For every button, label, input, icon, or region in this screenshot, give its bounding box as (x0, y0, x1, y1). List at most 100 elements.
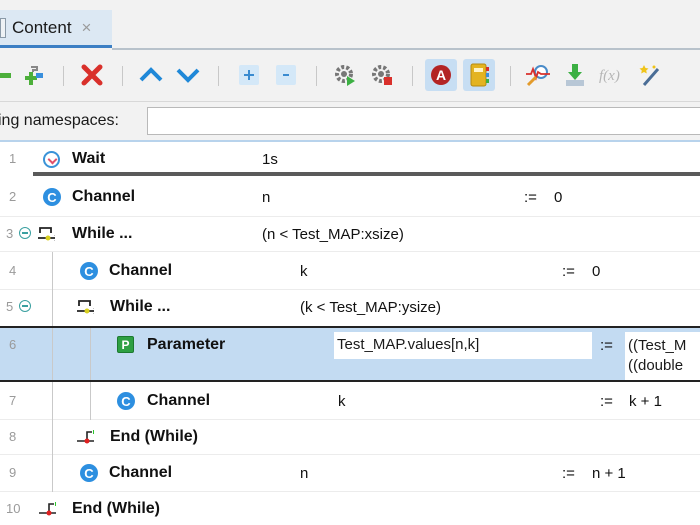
step-name: While ... (110, 298, 171, 315)
step-row-selected[interactable]: 6 P Parameter Test_MAP.values[n,k] := ((… (0, 326, 700, 382)
step-target: 1s (262, 151, 278, 168)
assign-operator: := (562, 465, 575, 482)
end-while-icon (39, 502, 56, 516)
line-number: 8 (9, 429, 17, 444)
step-row[interactable]: 10 End (While) (0, 492, 700, 525)
collapse-minus-icon (276, 65, 296, 85)
step-row[interactable]: 9 C Channel n := n + 1 (0, 455, 700, 492)
add-step-button[interactable] (0, 62, 16, 88)
step-row[interactable]: 2 C Channel n := 0 (0, 178, 700, 217)
delete-x-icon (81, 64, 103, 86)
step-name: End (While) (110, 428, 198, 445)
step-name: End (While) (72, 500, 160, 517)
function-fx-icon: f(x) (599, 68, 620, 84)
move-up-button[interactable] (138, 62, 164, 88)
end-while-icon (77, 430, 94, 444)
toolbar-separator (218, 66, 219, 86)
channel-icon: C (117, 392, 135, 410)
line-number: 4 (9, 263, 17, 278)
assign-operator: := (524, 189, 537, 206)
notebook-button[interactable] (463, 59, 495, 91)
step-row[interactable]: 4 C Channel k := 0 (0, 252, 700, 290)
step-row[interactable]: 3 While ... (n < Test_MAP:xsize) (0, 217, 700, 252)
function-button[interactable]: f(x) (597, 62, 623, 88)
close-icon[interactable]: × (82, 18, 92, 38)
step-row[interactable]: 7 C Channel k := k + 1 (0, 382, 700, 420)
channel-icon: C (80, 464, 98, 482)
expand-plus-icon (239, 65, 259, 85)
step-target: k (338, 393, 346, 410)
step-grid: 1 Wait 1s 2 C Channel n := 0 3 While ...… (0, 140, 700, 525)
run-button[interactable] (332, 62, 358, 88)
step-name: Channel (72, 188, 136, 205)
line-number: 9 (9, 465, 17, 480)
add-parameter-icon (25, 66, 43, 85)
collapse-all-button[interactable] (273, 62, 299, 88)
indent-guide (52, 290, 53, 326)
tab-content[interactable]: Content × (0, 10, 112, 48)
analyze-button[interactable] (525, 62, 551, 88)
line-number: 2 (9, 189, 17, 204)
chevron-down-icon (176, 68, 200, 83)
indent-guide (52, 252, 53, 290)
green-plus-icon (0, 73, 11, 78)
line-number: 5 (6, 299, 14, 314)
step-name: While ... (72, 225, 133, 242)
import-button[interactable] (562, 62, 588, 88)
value-field[interactable]: ((Test_M ((double (625, 332, 700, 380)
line-number: 1 (9, 151, 17, 166)
target-field[interactable]: Test_MAP.values[n,k] (334, 332, 592, 359)
document-icon (0, 17, 6, 38)
step-condition: (n < Test_MAP:xsize) (262, 226, 404, 243)
insert-step-button[interactable] (21, 62, 47, 88)
stop-button[interactable] (369, 62, 395, 88)
toolbar-separator (63, 66, 64, 86)
magic-button[interactable] (637, 62, 663, 88)
namespaces-label: ing namespaces: (0, 112, 119, 129)
line-number: 3 (6, 226, 14, 241)
indent-guide (52, 382, 53, 420)
collapse-toggle-icon[interactable] (19, 227, 31, 239)
value-line-2: ((double (628, 357, 684, 374)
collapse-toggle-icon[interactable] (19, 300, 31, 312)
insertion-marker (33, 172, 700, 176)
gear-run-icon (335, 65, 355, 86)
expand-all-button[interactable] (236, 62, 262, 88)
indent-guide (90, 382, 91, 420)
step-name: Parameter (147, 336, 226, 353)
download-arrow-icon (566, 64, 584, 86)
toggle-a-button[interactable]: A (425, 59, 457, 91)
namespaces-input[interactable] (147, 107, 700, 135)
svg-text:A: A (436, 67, 446, 83)
step-target: n (300, 465, 309, 482)
channel-icon: C (43, 188, 61, 206)
toolbar-separator (412, 66, 413, 86)
line-number: 7 (9, 393, 17, 408)
indent-guide (52, 455, 53, 492)
step-row[interactable]: 5 While ... (k < Test_MAP:ysize) (0, 290, 700, 326)
parameter-icon: P (117, 336, 134, 353)
signal-magnifier-icon (526, 65, 550, 87)
assign-operator: := (600, 337, 613, 354)
tab-label: Content (12, 17, 72, 37)
while-loop-icon (38, 227, 55, 241)
line-number: 6 (9, 337, 17, 352)
assign-operator: := (562, 263, 575, 280)
step-row[interactable]: 1 Wait 1s (0, 140, 700, 174)
step-name: Channel (109, 262, 173, 279)
notebook-icon (470, 63, 489, 87)
move-down-button[interactable] (175, 62, 201, 88)
step-row[interactable]: 8 End (While) (0, 420, 700, 455)
step-value: 0 (592, 263, 601, 280)
delete-button[interactable] (79, 62, 105, 88)
step-target: k (300, 263, 308, 280)
step-value: k + 1 (629, 393, 662, 410)
toolbar-separator (122, 66, 123, 86)
step-value: 0 (554, 189, 563, 206)
chevron-up-icon (139, 67, 163, 82)
indent-guide (52, 420, 53, 455)
line-number: 10 (6, 501, 21, 516)
step-target: n (262, 189, 271, 206)
indent-guide (52, 328, 53, 380)
step-value: n + 1 (592, 465, 626, 482)
